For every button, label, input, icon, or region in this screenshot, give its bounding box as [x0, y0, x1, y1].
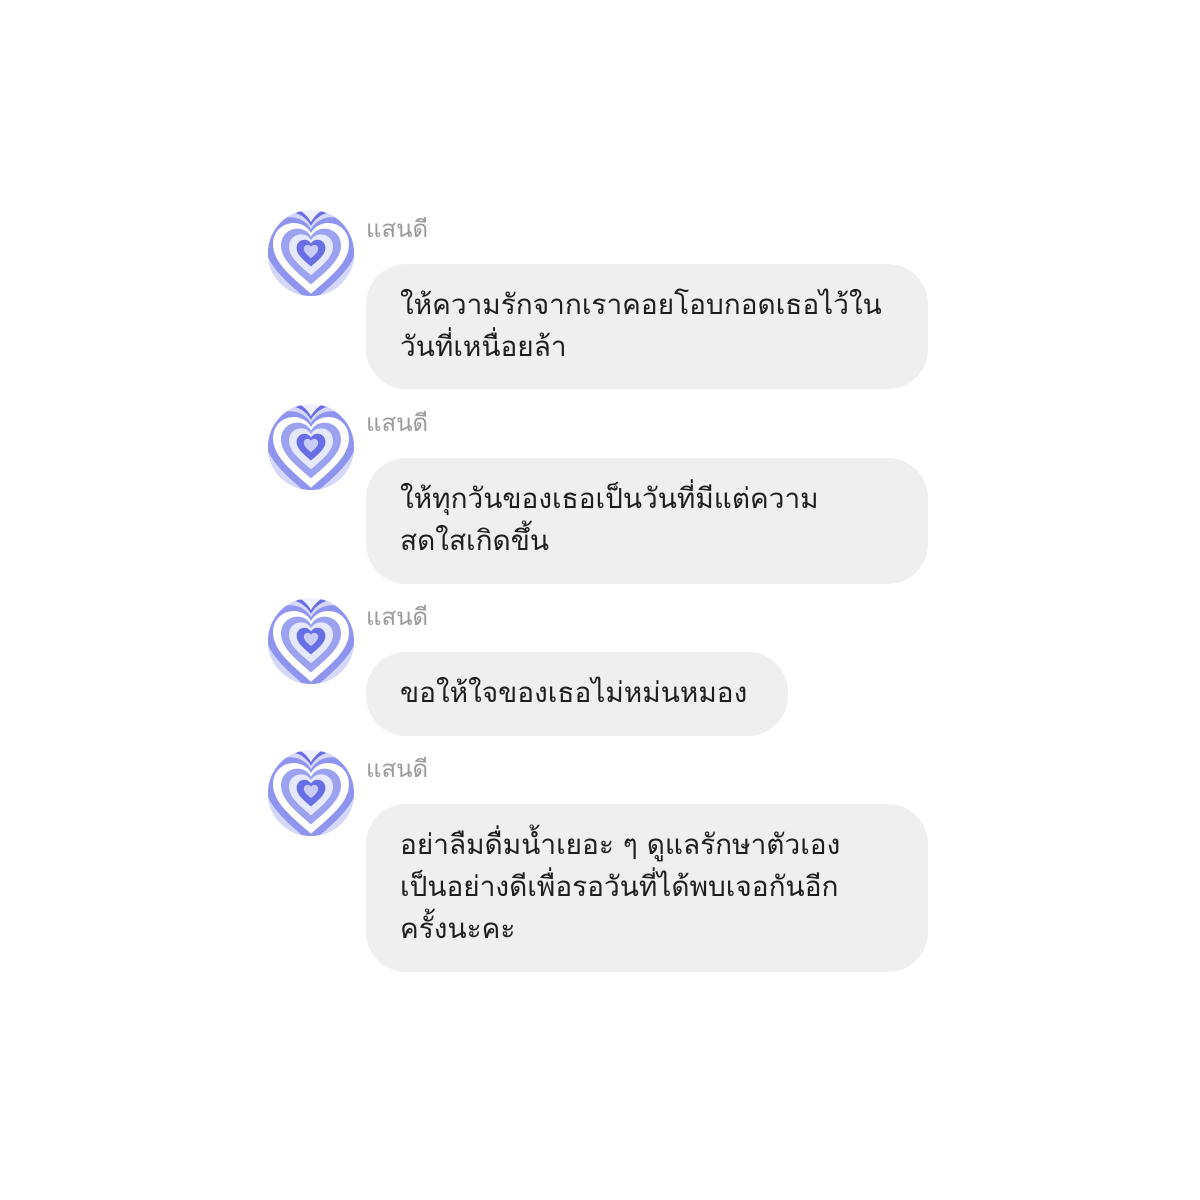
message-text-line: ให้ทุกวันของเธอเป็นวันที่มีแต่ความ	[400, 482, 819, 515]
heart-ripple-icon	[268, 598, 354, 684]
message-text-line: สดใสเกิดขึ้น	[400, 524, 550, 557]
message-bubble[interactable]: อย่าลืมดื่มน้ำเยอะ ๆ ดูแลรักษาตัวเอง เป็…	[366, 804, 928, 972]
heart-ripple-icon	[268, 750, 354, 836]
sender-name: แสนดี	[366, 755, 429, 783]
message-text-line: ขอให้ใจของเธอไม่หม่นหมอง	[400, 676, 748, 709]
message-text-line: ครั้งนะคะ	[400, 912, 516, 945]
message-text-line: วันที่เหนื่อยล้า	[400, 330, 567, 363]
avatar[interactable]	[268, 210, 354, 296]
heart-ripple-icon	[268, 404, 354, 490]
message-bubble[interactable]: ให้ความรักจากเราคอยโอบกอดเธอไว้ใน วันที่…	[366, 264, 928, 389]
message-text-line: ให้ความรักจากเราคอยโอบกอดเธอไว้ใน	[400, 288, 882, 321]
message-bubble[interactable]: ให้ทุกวันของเธอเป็นวันที่มีแต่ความ สดใสเ…	[366, 458, 928, 584]
sender-name: แสนดี	[366, 409, 429, 437]
avatar[interactable]	[268, 598, 354, 684]
sender-name: แสนดี	[366, 215, 429, 243]
avatar[interactable]	[268, 404, 354, 490]
heart-ripple-icon	[268, 210, 354, 296]
message-text-line: เป็นอย่างดีเพื่อรอวันที่ได้พบเจอกันอีก	[400, 870, 839, 903]
sender-name: แสนดี	[366, 603, 429, 631]
message-bubble[interactable]: ขอให้ใจของเธอไม่หม่นหมอง	[366, 652, 788, 736]
avatar[interactable]	[268, 750, 354, 836]
message-text-line: อย่าลืมดื่มน้ำเยอะ ๆ ดูแลรักษาตัวเอง	[400, 828, 841, 861]
